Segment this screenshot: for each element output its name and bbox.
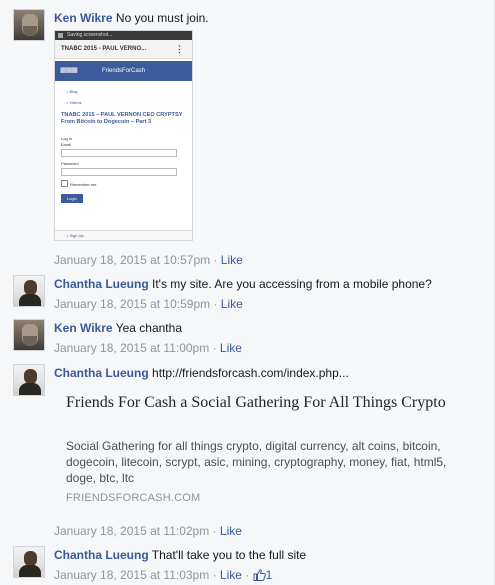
comment-body: Chantha Lueung It's my site. Are you acc… xyxy=(54,277,487,291)
link-preview-title[interactable]: Friends For Cash a Social Gathering For … xyxy=(66,393,446,413)
comment-body: Ken Wikre Yea chantha xyxy=(54,321,487,335)
password-label: Password xyxy=(61,161,79,166)
password-field xyxy=(61,168,177,176)
comment-author[interactable]: Ken Wikre xyxy=(54,11,113,25)
avatar[interactable] xyxy=(13,319,45,351)
comment-author[interactable]: Ken Wikre xyxy=(54,321,113,335)
link-preview-description: Social Gathering for all things crypto, … xyxy=(66,439,447,485)
like-count[interactable]: 1 xyxy=(266,568,273,582)
site-banner: ▦▦▦ FriendsForCash xyxy=(55,61,192,81)
phone-url-bar: TNABC 2015 - PAUL VERNO... ⋮ xyxy=(55,40,192,59)
comment-timestamp[interactable]: January 18, 2015 at 11:02pm xyxy=(54,524,209,538)
comment-timestamp[interactable]: January 18, 2015 at 10:57pm xyxy=(54,253,210,267)
comment-body: Chantha Lueung http://friendsforcash.com… xyxy=(54,366,487,380)
comment-timestamp[interactable]: January 18, 2015 at 10:59pm xyxy=(54,297,210,311)
comment-text: No you must join. xyxy=(115,11,209,25)
grid-menu-icon: ▦▦▦ xyxy=(60,67,78,74)
link-preview-card[interactable]: Friends For Cash a Social Gathering For … xyxy=(54,383,454,511)
comment-meta: January 18, 2015 at 11:02pm · Like xyxy=(54,524,242,538)
link-preview-domain: FRIENDSFORCASH.COM xyxy=(66,492,201,504)
avatar[interactable] xyxy=(13,364,45,396)
more-options-icon: ⋮ xyxy=(175,44,184,54)
comment-meta: January 18, 2015 at 11:00pm · Like xyxy=(54,341,242,355)
login-button: Login xyxy=(61,194,83,203)
comment-link[interactable]: http://friendsforcash.com/index.php... xyxy=(152,366,349,380)
comment-author[interactable]: Chantha Lueung xyxy=(54,548,149,562)
signup-link: • Sign Up xyxy=(55,230,192,240)
comment-meta: January 18, 2015 at 10:59pm · Like xyxy=(54,297,243,311)
like-button[interactable]: Like xyxy=(220,341,242,355)
like-button[interactable]: Like xyxy=(221,253,243,267)
post-title: TNABC 2015 – PAUL VERNON CEO CRYPTSY Fro… xyxy=(61,112,183,125)
comment-meta: January 18, 2015 at 10:57pm · Like xyxy=(54,253,243,267)
comment-meta: January 18, 2015 at 11:03pm · Like · 1 xyxy=(54,568,273,584)
nav-item: • Blog xyxy=(67,89,78,94)
comment-text: Yea chantha xyxy=(115,321,182,335)
comment-author[interactable]: Chantha Lueung xyxy=(54,277,149,291)
checkbox-icon xyxy=(61,180,68,187)
comment-author[interactable]: Chantha Lueung xyxy=(54,366,149,380)
comment-thread: Ken Wikre No you must join. Saving scree… xyxy=(0,0,495,585)
like-button[interactable]: Like xyxy=(221,297,243,311)
attached-screenshot[interactable]: Saving screenshot... TNABC 2015 - PAUL V… xyxy=(54,30,193,241)
comment-timestamp[interactable]: January 18, 2015 at 11:00pm xyxy=(54,341,209,355)
nav-item: • Videos xyxy=(67,100,82,105)
comment-body: Ken Wikre No you must join. xyxy=(54,11,487,25)
comment-text: That'll take you to the full site xyxy=(151,548,307,562)
avatar[interactable] xyxy=(13,275,45,307)
comment-timestamp[interactable]: January 18, 2015 at 11:03pm xyxy=(54,568,209,582)
avatar[interactable] xyxy=(13,9,45,41)
comment-body: Chantha Lueung That'll take you to the f… xyxy=(54,548,487,562)
like-button[interactable]: Like xyxy=(220,524,242,538)
remember-me: Remember me xyxy=(55,180,192,189)
email-field xyxy=(61,149,177,157)
email-label: Email xyxy=(61,142,72,147)
login-heading: Log In xyxy=(61,136,73,141)
like-button[interactable]: Like xyxy=(220,568,242,582)
phone-status-bar: Saving screenshot... xyxy=(55,31,192,40)
comment-text: It's my site. Are you accessing from a m… xyxy=(152,277,432,291)
avatar[interactable] xyxy=(13,546,45,578)
thumbs-up-icon[interactable] xyxy=(253,569,266,584)
